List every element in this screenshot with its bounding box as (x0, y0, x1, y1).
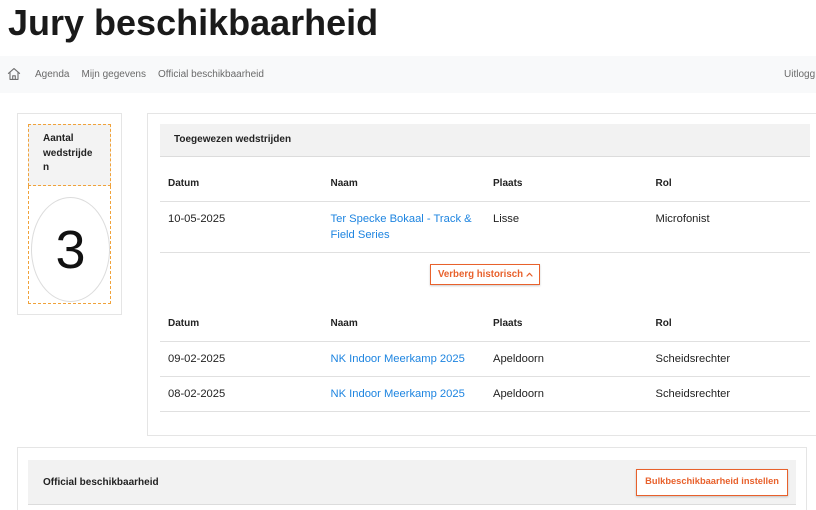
cell-rol: Microfonist (647, 201, 810, 253)
column-header-naam: Naam (322, 307, 485, 342)
cell-plaats: Apeldoorn (485, 341, 648, 377)
column-header-datum: Datum (160, 167, 323, 202)
chevron-up-icon (526, 272, 533, 277)
nav-item-mijn-gegevens[interactable]: Mijn gegevens (81, 56, 145, 93)
cell-rol: Scheidsrechter (647, 341, 810, 377)
hide-history-button[interactable]: Verberg historisch (429, 264, 541, 285)
cell-plaats: Apeldoorn (485, 376, 648, 412)
bulk-availability-button[interactable]: Bulkbeschikbaarheid instellen (636, 468, 788, 496)
match-link[interactable]: NK Indoor Meerkamp 2025 (331, 388, 465, 400)
top-nav: Agenda Mijn gegevens Official beschikbaa… (0, 56, 816, 93)
page-title: Jury beschikbaarheid (8, 2, 379, 43)
nav-item-official-beschikbaarheid[interactable]: Official beschikbaarheid (158, 56, 264, 93)
match-link[interactable]: NK Indoor Meerkamp 2025 (331, 353, 465, 365)
match-count-label: Aantal wedstrijden (28, 124, 111, 186)
history-toggle-row: Verberg historisch (160, 253, 810, 307)
table-row: 10-05-2025 Ter Specke Bokaal - Track & F… (160, 201, 810, 253)
assigned-matches-header: Toegewezen wedstrijden (160, 124, 810, 157)
match-count-circle: 3 (31, 197, 110, 302)
table-row: 09-02-2025 NK Indoor Meerkamp 2025 Apeld… (160, 341, 810, 377)
table-row: 08-02-2025 NK Indoor Meerkamp 2025 Apeld… (160, 376, 810, 412)
cell-naam: NK Indoor Meerkamp 2025 (322, 376, 485, 412)
column-header-naam: Naam (322, 167, 485, 202)
table-header-row: Datum Naam Plaats Rol (160, 307, 810, 342)
upcoming-matches-table: Datum Naam Plaats Rol 10-05-2025 Ter Spe… (160, 167, 810, 253)
official-availability-header: Official beschikbaarheid Bulkbeschikbaar… (28, 460, 796, 505)
column-header-rol: Rol (647, 307, 810, 342)
official-availability-card: Official beschikbaarheid Bulkbeschikbaar… (17, 447, 807, 510)
cell-datum: 09-02-2025 (160, 341, 323, 377)
history-matches-table: Datum Naam Plaats Rol 09-02-2025 NK Indo… (160, 307, 810, 412)
cell-plaats: Lisse (485, 201, 648, 253)
assigned-matches-card: Toegewezen wedstrijden Datum Naam Plaats… (147, 113, 816, 436)
column-header-plaats: Plaats (485, 307, 648, 342)
cell-naam: Ter Specke Bokaal - Track & Field Series (322, 201, 485, 253)
match-count-value-box: 3 (28, 186, 111, 304)
nav-item-agenda[interactable]: Agenda (35, 56, 69, 93)
cell-rol: Scheidsrechter (647, 376, 810, 412)
column-header-datum: Datum (160, 307, 323, 342)
match-count-card: Aantal wedstrijden 3 (17, 113, 122, 315)
cell-datum: 08-02-2025 (160, 376, 323, 412)
home-link[interactable] (7, 67, 21, 81)
logout-link[interactable]: Uitlogg (784, 56, 815, 93)
match-link[interactable]: Ter Specke Bokaal - Track & Field Series (331, 213, 472, 241)
match-count-value: 3 (55, 219, 86, 280)
official-availability-title: Official beschikbaarheid (43, 476, 159, 488)
home-icon (7, 68, 21, 80)
table-header-row: Datum Naam Plaats Rol (160, 167, 810, 202)
column-header-rol: Rol (647, 167, 810, 202)
nav-links: Agenda Mijn gegevens Official beschikbaa… (35, 56, 264, 93)
cell-naam: NK Indoor Meerkamp 2025 (322, 341, 485, 377)
column-header-plaats: Plaats (485, 167, 648, 202)
hide-history-label: Verberg historisch (437, 268, 524, 280)
cell-datum: 10-05-2025 (160, 201, 323, 253)
